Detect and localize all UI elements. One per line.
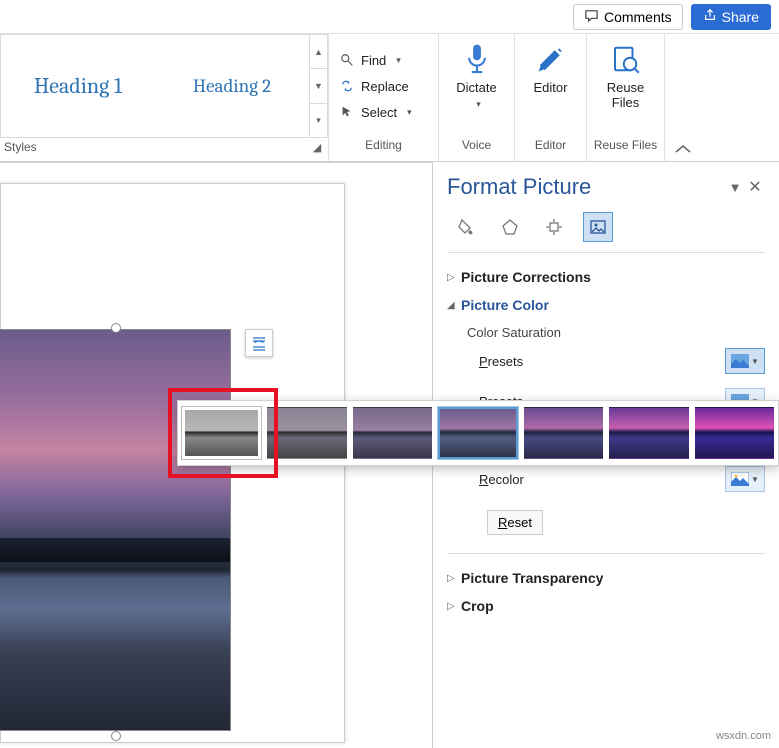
reset-button[interactable]: Reset — [487, 510, 543, 535]
section-title: Picture Color — [461, 297, 549, 313]
reuse-files-label: Reuse Files — [607, 80, 645, 110]
collapse-ribbon-button[interactable] — [665, 34, 701, 161]
layout-options-button[interactable] — [245, 329, 273, 357]
share-button[interactable]: Share — [691, 4, 771, 30]
tab-fill-line[interactable] — [451, 212, 481, 242]
styles-dialog-launcher[interactable]: ◢ — [310, 140, 324, 154]
recolor-label: Recolor — [479, 472, 524, 487]
dictate-dropdown[interactable]: ▾ — [476, 99, 481, 110]
saturation-presets-gallery — [177, 400, 779, 466]
styles-gallery-scroll: ▲ ▼ ▾ — [309, 35, 327, 137]
preset-thumb-6[interactable] — [695, 407, 774, 459]
tab-layout[interactable] — [539, 212, 569, 242]
find-label: Find — [361, 53, 386, 68]
preset-thumb-2[interactable] — [353, 407, 432, 459]
tab-picture[interactable] — [583, 212, 613, 242]
editing-group-label: Editing — [329, 138, 438, 156]
selection-handle-top[interactable] — [111, 323, 121, 333]
replace-label: Replace — [361, 79, 409, 94]
editor-label: Editor — [534, 80, 568, 95]
reuse-files-group: Reuse Files Reuse Files — [587, 34, 665, 161]
select-dropdown[interactable]: ▾ — [407, 107, 412, 118]
select-button[interactable]: Select ▾ — [335, 100, 432, 124]
editor-button[interactable]: Editor — [520, 34, 582, 138]
share-icon — [703, 8, 717, 25]
editor-icon — [534, 42, 568, 76]
styles-gallery: Heading 1 Heading 2 ▲ ▼ ▾ — [0, 34, 328, 138]
saturation-presets-label: Presets — [479, 354, 523, 369]
section-title: Picture Transparency — [461, 570, 603, 586]
styles-group: Heading 1 Heading 2 ▲ ▼ ▾ Styles ◢ — [0, 34, 329, 161]
comments-label: Comments — [604, 9, 672, 25]
section-crop[interactable]: ▷ Crop — [447, 592, 765, 620]
pane-close-button[interactable]: ✕ — [745, 177, 765, 197]
dictate-label: Dictate — [456, 80, 496, 95]
section-title: Crop — [461, 598, 494, 614]
preset-thumb-0[interactable] — [182, 407, 261, 459]
selection-handle-bottom[interactable] — [111, 731, 121, 741]
preset-thumb-3[interactable] — [438, 407, 517, 459]
reuse-files-button[interactable]: Reuse Files — [593, 34, 659, 138]
section-picture-color[interactable]: ◢ Picture Color — [447, 291, 765, 319]
style-heading-2[interactable]: Heading 2 — [155, 35, 309, 137]
section-picture-transparency[interactable]: ▷ Picture Transparency — [447, 564, 765, 592]
gallery-expand[interactable]: ▾ — [310, 104, 327, 137]
replace-button[interactable]: Replace — [335, 74, 432, 98]
reuse-files-group-label: Reuse Files — [594, 138, 657, 156]
select-icon — [339, 105, 355, 119]
voice-group-label: Voice — [462, 138, 491, 156]
recolor-button[interactable]: ▼ — [725, 466, 765, 492]
microphone-icon — [460, 42, 494, 76]
watermark: wsxdn.com — [716, 730, 771, 742]
editor-group-label: Editor — [535, 138, 566, 156]
editor-group: Editor Editor — [515, 34, 587, 161]
comments-button[interactable]: Comments — [573, 4, 683, 30]
collapse-icon: ◢ — [447, 300, 461, 311]
section-title: Picture Corrections — [461, 269, 591, 285]
expand-icon: ▷ — [447, 272, 461, 283]
expand-icon: ▷ — [447, 573, 461, 584]
gallery-scroll-up[interactable]: ▲ — [310, 35, 327, 69]
expand-icon: ▷ — [447, 601, 461, 612]
replace-icon — [339, 79, 355, 93]
reuse-files-icon — [608, 42, 642, 76]
dictate-button[interactable]: Dictate ▾ — [442, 34, 510, 138]
styles-group-label: Styles — [4, 140, 37, 154]
voice-group: Dictate ▾ Voice — [439, 34, 515, 161]
saturation-presets-button[interactable]: ▼ — [725, 348, 765, 374]
find-button[interactable]: Find ▾ — [335, 48, 432, 72]
share-label: Share — [722, 9, 759, 25]
color-saturation-label: Color Saturation — [467, 325, 765, 340]
comment-icon — [584, 8, 599, 26]
gallery-scroll-down[interactable]: ▼ — [310, 69, 327, 103]
selected-picture[interactable] — [0, 329, 231, 731]
pane-options-button[interactable]: ▼ — [725, 180, 745, 195]
section-picture-corrections[interactable]: ▷ Picture Corrections — [447, 263, 765, 291]
preset-thumb-4[interactable] — [524, 407, 603, 459]
select-label: Select — [361, 105, 397, 120]
find-dropdown[interactable]: ▾ — [396, 55, 401, 66]
find-icon — [339, 53, 355, 67]
preset-thumb-5[interactable] — [609, 407, 688, 459]
preset-thumb-1[interactable] — [267, 407, 346, 459]
editing-group: Find ▾ Replace Select ▾ Editing — [329, 34, 439, 161]
tab-effects[interactable] — [495, 212, 525, 242]
pane-title: Format Picture — [447, 174, 725, 200]
style-heading-1[interactable]: Heading 1 — [1, 35, 155, 137]
